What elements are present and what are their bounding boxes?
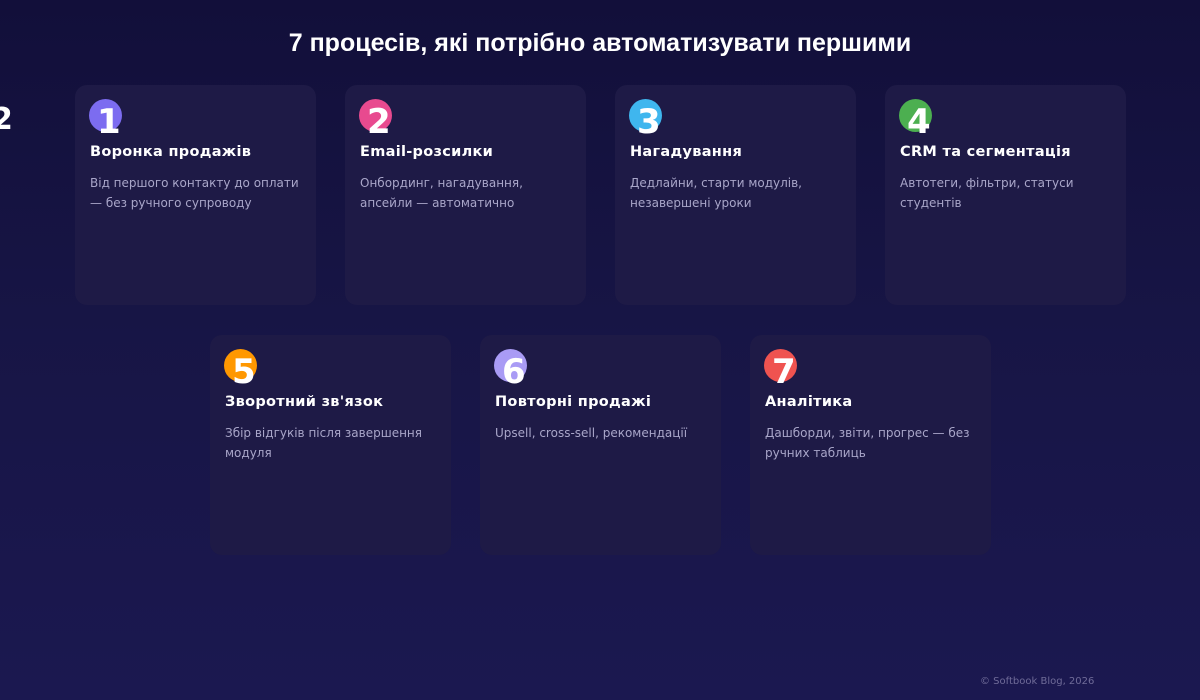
card-description: Від першого контакту до оплати — без руч…: [90, 176, 299, 210]
footer-copyright: © Softbook Blog, 2026: [980, 676, 1095, 687]
edge-number-fragment: 2: [0, 102, 13, 137]
process-card-reminders: 3 Нагадування Дедлайни, старти модулів, …: [615, 85, 856, 305]
process-card-sales-funnel: 1 Воронка продажів Від першого контакту …: [75, 85, 316, 305]
card-title: Повторні продажі: [495, 394, 652, 410]
card-description: Онбординг, нагадування, апсейли — автома…: [360, 176, 523, 210]
card-title: Зворотний зв'язок: [225, 394, 384, 410]
card-number: 4: [907, 102, 931, 142]
card-description: Збір відгуків після завершення модуля: [225, 426, 422, 460]
card-title: Нагадування: [630, 144, 743, 160]
card-title: CRM та сегментація: [900, 144, 1071, 160]
process-card-feedback: 5 Зворотний зв'язок Збір відгуків після …: [210, 335, 451, 555]
process-card-repeat-sales: 6 Повторні продажі Upsell, cross-sell, р…: [480, 335, 721, 555]
card-number: 5: [232, 352, 256, 392]
card-number: 3: [637, 102, 661, 142]
card-description: Автотеги, фільтри, статуси студентів: [900, 176, 1074, 210]
card-title: Аналітика: [765, 394, 853, 410]
process-card-analytics: 7 Аналітика Дашборди, звіти, прогрес — б…: [750, 335, 991, 555]
card-number: 1: [97, 102, 121, 142]
card-title: Воронка продажів: [90, 144, 252, 160]
card-description: Upsell, cross-sell, рекомендації: [495, 426, 688, 440]
card-number: 7: [772, 352, 796, 392]
process-card-crm: 4 CRM та сегментація Автотеги, фільтри, …: [885, 85, 1126, 305]
card-description: Дедлайни, старти модулів, незавершені ур…: [630, 176, 802, 210]
process-card-email: 2 Email-розсилки Онбординг, нагадування,…: [345, 85, 586, 305]
card-number: 6: [502, 352, 526, 392]
card-title: Email-розсилки: [360, 144, 494, 160]
card-description: Дашборди, звіти, прогрес — без ручних та…: [765, 426, 970, 460]
card-number: 2: [367, 102, 391, 142]
page-title: 7 процесів, які потрібно автоматизувати …: [288, 29, 912, 57]
